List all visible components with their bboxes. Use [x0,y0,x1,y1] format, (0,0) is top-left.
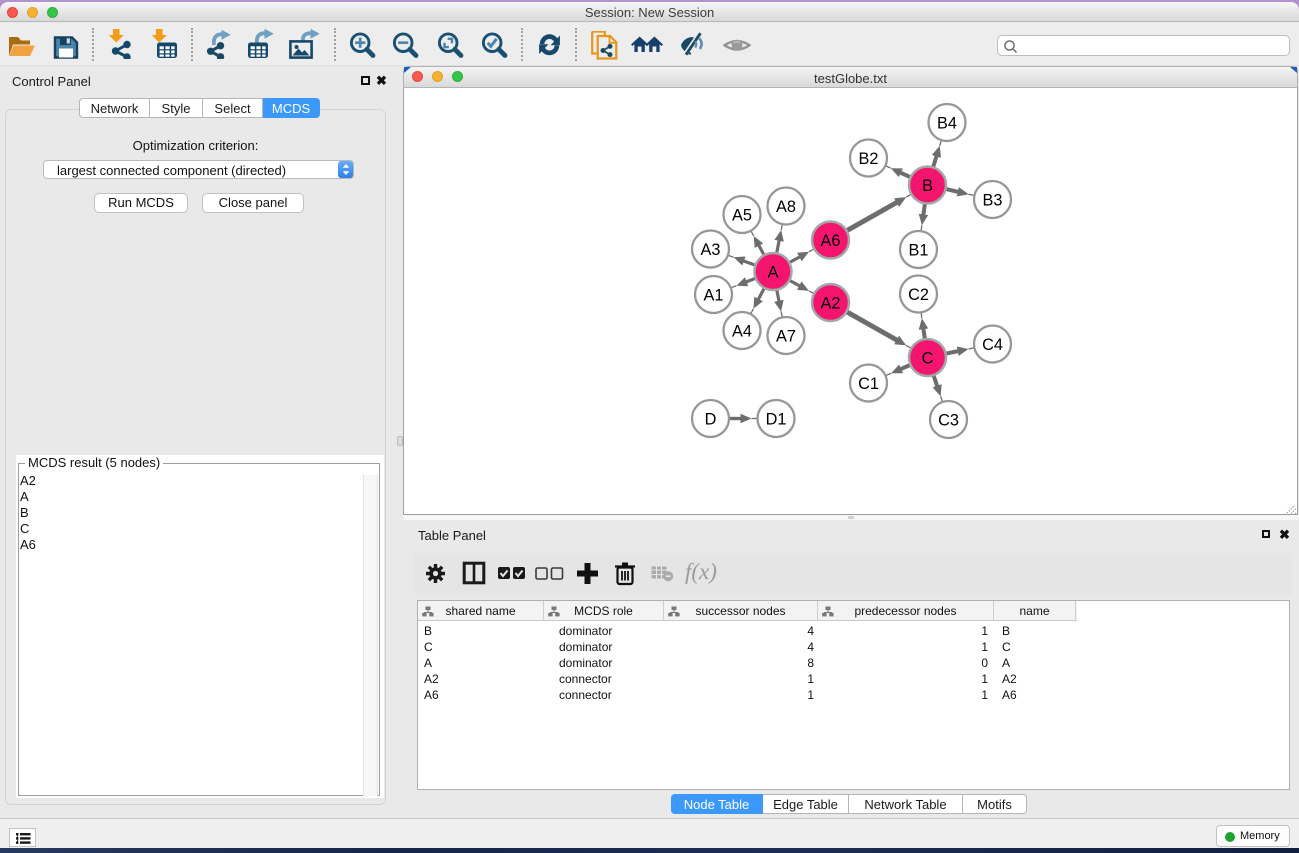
svg-text:A5: A5 [732,206,752,224]
svg-text:A1: A1 [704,286,724,304]
svg-text:C1: C1 [858,375,879,393]
svg-text:B: B [922,177,933,195]
svg-text:C2: C2 [908,286,929,304]
svg-text:A2: A2 [821,294,841,312]
svg-text:C: C [922,349,934,367]
svg-text:C4: C4 [982,336,1003,354]
svg-text:A3: A3 [701,241,721,259]
svg-text:B1: B1 [909,241,929,259]
svg-text:D1: D1 [766,410,787,428]
svg-text:B3: B3 [983,191,1003,209]
svg-text:A4: A4 [732,322,752,340]
svg-text:A: A [768,263,779,281]
svg-text:A8: A8 [776,198,796,216]
svg-text:B2: B2 [859,150,879,168]
svg-text:D: D [705,410,717,428]
svg-text:C3: C3 [938,411,959,429]
svg-text:A7: A7 [776,327,796,345]
svg-text:B4: B4 [937,114,957,132]
svg-text:A6: A6 [821,232,841,250]
